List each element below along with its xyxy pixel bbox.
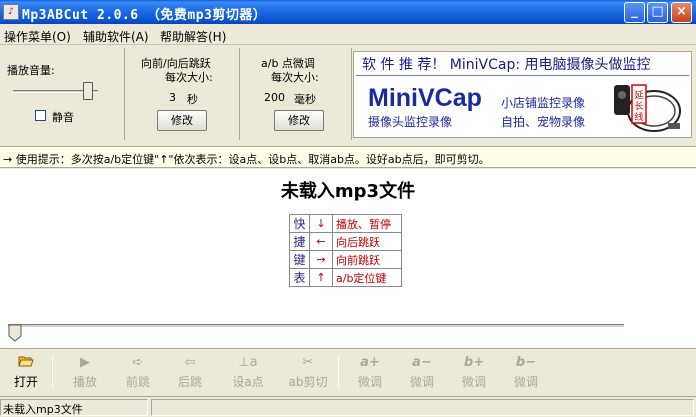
app-window: ♪ Mp3ABCut 2.0.6 （免费mp3剪切器） _ □ × 操作菜单(O… — [0, 0, 696, 417]
status-cell-main: 未载入mp3文件 — [0, 399, 148, 416]
shortcut-table-char: 捷 — [289, 232, 310, 251]
shortcut-action: 向后跳跃 — [332, 232, 402, 251]
window-title: Mp3ABCut 2.0.6 （免费mp3剪切器） — [22, 8, 267, 23]
forward-label: 前跳 — [125, 375, 150, 389]
menu-bar: 操作菜单(O) 辅助软件(A) 帮助解答(H) — [0, 25, 696, 45]
play-button[interactable]: ▶ 播放 — [63, 352, 107, 392]
toolbar-separator — [52, 356, 53, 388]
a-plus-icon: a+ — [360, 355, 380, 370]
b-plus-label: 微调 — [461, 375, 486, 389]
play-label: 播放 — [72, 375, 97, 389]
ab-fine-value: 200 — [264, 91, 285, 104]
a-minus-button[interactable]: a− 微调 — [400, 352, 444, 392]
shortcut-action: 播放、暂停 — [332, 214, 402, 233]
tip-bar: → 使用提示：多次按a/b定位键"↑"依次表示：设a点、设b点、取消ab点。设好… — [0, 146, 696, 168]
ab-cut-button[interactable]: ✂ ab剪切 — [286, 352, 330, 392]
ad-brand[interactable]: MiniVCap — [368, 84, 482, 113]
menu-help[interactable]: 帮助解答(H) — [160, 28, 226, 45]
svg-text:长: 长 — [634, 100, 643, 112]
jump-unit: 秒 — [187, 93, 198, 106]
forward-button[interactable]: ➪ 前跳 — [116, 352, 160, 392]
ad-line-camera: 摄像头监控录像 — [368, 115, 453, 129]
ad-line-pet: 自拍、宠物录像 — [501, 115, 586, 129]
ad-title[interactable]: 软 件 推 荐！ MiniVCap: 用电脑摄像头做监控 — [362, 54, 651, 74]
maximize-button[interactable]: □ — [647, 2, 668, 23]
svg-text:延: 延 — [634, 89, 643, 101]
ab-fine-modify-button[interactable]: 修改 — [274, 110, 324, 131]
a-minus-icon: a− — [412, 355, 432, 370]
toolbar: 打开 ▶ 播放 ➪ 前跳 ⇦ 后跳 ⊥a 设a点 ✂ ab剪切 a+ 微调 a− — [0, 352, 696, 394]
ab-fine-size-label: 每次大小: — [271, 71, 319, 84]
menu-aux-software[interactable]: 辅助软件(A) — [83, 28, 149, 45]
set-a-label: 设a点 — [232, 375, 264, 389]
forward-icon: ➪ — [132, 355, 144, 370]
ab-fine-unit: 毫秒 — [294, 93, 316, 106]
shortcut-table-char: 表 — [289, 268, 310, 287]
open-folder-icon — [4, 354, 48, 372]
close-button[interactable]: × — [671, 2, 692, 23]
shortcut-row: 快 ↓ 播放、暂停 — [289, 214, 402, 233]
file-status-title: 未载入mp3文件 — [280, 181, 416, 202]
ad-line-shop: 小店铺监控录像 — [501, 96, 586, 110]
shortcut-row: 表 ↑ a/b定位键 — [289, 268, 402, 287]
a-plus-button[interactable]: a+ 微调 — [348, 352, 392, 392]
arrow-right-icon: → — [309, 250, 333, 269]
main-area: 未载入mp3文件 快 ↓ 播放、暂停 捷 ← 向后跳跃 键 → 向前跳跃 表 ↑… — [0, 169, 696, 349]
shortcut-action: 向前跳跃 — [332, 250, 402, 269]
shortcut-row: 捷 ← 向后跳跃 — [289, 232, 402, 251]
arrow-down-icon: ↓ — [309, 214, 333, 233]
open-button[interactable]: 打开 — [4, 352, 48, 392]
b-plus-icon: b+ — [463, 355, 485, 370]
a-plus-label: 微调 — [357, 375, 382, 389]
b-minus-label: 微调 — [513, 375, 538, 389]
jump-value: 3 — [169, 91, 176, 104]
play-icon: ▶ — [80, 355, 90, 370]
ad-banner[interactable]: 软 件 推 荐！ MiniVCap: 用电脑摄像头做监控 MiniVCap 小店… — [353, 51, 692, 138]
toolbar-separator — [338, 356, 339, 388]
mute-label: 静音 — [52, 111, 74, 124]
open-label: 打开 — [13, 375, 38, 389]
shortcut-action: a/b定位键 — [332, 268, 402, 287]
a-minus-label: 微调 — [409, 375, 434, 389]
mute-checkbox[interactable] — [35, 110, 46, 121]
status-bar: 未载入mp3文件 — [0, 396, 696, 417]
cut-icon: ✂ — [302, 355, 314, 370]
shortcut-row: 键 → 向前跳跃 — [289, 250, 402, 269]
backward-icon: ⇦ — [184, 355, 196, 370]
b-minus-button[interactable]: b− 微调 — [504, 352, 548, 392]
usage-tip: → 使用提示：多次按a/b定位键"↑"依次表示：设a点、设b点、取消ab点。设好… — [3, 153, 490, 166]
seek-thumb[interactable] — [8, 324, 22, 342]
backward-label: 后跳 — [177, 375, 202, 389]
jump-modify-button[interactable]: 修改 — [157, 110, 207, 131]
volume-label: 播放音量: — [7, 64, 55, 77]
b-plus-button[interactable]: b+ 微调 — [452, 352, 496, 392]
seek-bar[interactable] — [8, 324, 624, 328]
ad-divider — [356, 75, 689, 76]
set-a-button[interactable]: ⊥a 设a点 — [226, 352, 270, 392]
backward-button[interactable]: ⇦ 后跳 — [168, 352, 212, 392]
status-cell-secondary — [151, 399, 694, 416]
volume-slider-thumb[interactable] — [83, 82, 93, 100]
app-icon[interactable]: ♪ — [3, 4, 19, 20]
menu-operations[interactable]: 操作菜单(O) — [4, 28, 71, 45]
b-minus-icon: b− — [515, 355, 537, 370]
shortcut-table-char: 快 — [289, 214, 310, 233]
arrow-up-icon: ↑ — [309, 268, 333, 287]
shortcut-table-char: 键 — [289, 250, 310, 269]
ab-cut-label: ab剪切 — [288, 375, 328, 389]
svg-text:线: 线 — [634, 111, 643, 123]
arrow-left-icon: ← — [309, 232, 333, 251]
jump-size-label: 每次大小: — [165, 71, 213, 84]
webcam-image: 延 长 线 — [614, 84, 681, 132]
title-bar[interactable]: ♪ Mp3ABCut 2.0.6 （免费mp3剪切器） _ □ × — [0, 0, 696, 24]
shortcut-table: 快 ↓ 播放、暂停 捷 ← 向后跳跃 键 → 向前跳跃 表 ↑ a/b定位键 — [289, 214, 402, 287]
minimize-button[interactable]: _ — [624, 2, 645, 23]
set-a-icon: ⊥a — [238, 355, 258, 370]
status-text: 未载入mp3文件 — [3, 403, 83, 416]
